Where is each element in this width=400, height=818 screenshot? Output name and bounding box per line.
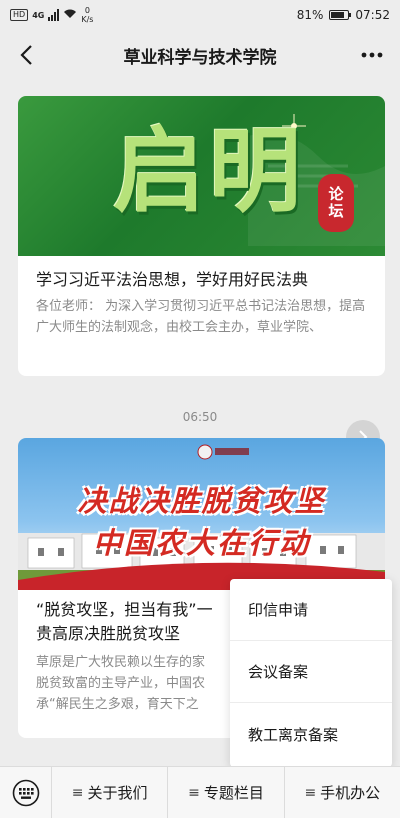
menu-item-seal-application[interactable]: 印信申请 [230,579,392,641]
banner-main-text: 启明 [113,117,306,225]
banner-badge: 论坛 [318,174,354,232]
bottom-tab-topics[interactable]: ≡ 专题栏目 [168,766,285,818]
speed-value: 0 [84,6,90,15]
status-bar: HD 4G 0 K/s 81% 07:52 [0,0,400,30]
bottom-tab-label: 关于我们 [87,784,148,802]
bottom-tab-label: 手机办公 [320,784,381,802]
bottom-menu-bar: ≡ 关于我们 ≡ 专题栏目 ≡ 手机办公 [0,766,400,818]
menu-item-leave-beijing-filing[interactable]: 教工离京备案 [230,703,392,765]
keyboard-icon[interactable] [0,766,52,818]
article-banner-image: 决战决胜脱贫攻坚 中国农大在行动 [18,438,385,590]
article-title: 学习习近平法治思想，学好用好民法典 [36,270,309,289]
battery-fill [331,12,345,18]
article-card[interactable]: 启明 论坛 学习习近平法治思想，学好用好民法典 各位老师： 为深入学习贯彻习近平… [18,96,385,376]
back-arrow-icon[interactable] [12,40,40,70]
banner-badge-text: 论坛 [326,186,345,220]
article-banner-image: 启明 论坛 [18,96,385,256]
nav-bar: 草业科学与技术学院 [0,30,400,80]
battery-percent: 81% [296,8,324,22]
menu-lines-icon: ≡ [188,784,200,801]
banner-line-2: 中国农大在行动 [92,526,310,560]
signal-icon [48,9,60,21]
status-time: 07:52 [355,8,390,22]
more-dots-icon[interactable] [358,42,386,68]
menu-lines-icon: ≡ [304,784,317,801]
page-title: 草业科学与技术学院 [123,47,277,68]
bottom-tab-label: 专题栏目 [203,784,264,802]
wifi-icon [63,8,77,22]
menu-lines-icon: ≡ [71,784,84,801]
hd-badge: HD [10,9,29,21]
battery-icon [329,10,352,20]
article-desc: 各位老师： 为深入学习贯彻习近平总书记法治思想，提高广大师生的法制观念，由校工会… [36,299,366,335]
speed-unit: K/s [81,15,94,24]
network-speed: 0 K/s [81,6,93,24]
menu-item-meeting-filing[interactable]: 会议备案 [230,641,392,703]
network-type: 4G [32,10,45,20]
bottom-tab-about[interactable]: ≡ 关于我们 [52,766,169,818]
banner-line-1: 决战决胜脱贫攻坚 [77,484,326,518]
submenu-popup: 印信申请 会议备案 教工离京备案 [230,579,392,767]
bottom-tab-mobile-office[interactable]: ≡ 手机办公 [285,767,400,818]
time-separator: 06:50 [182,410,218,424]
